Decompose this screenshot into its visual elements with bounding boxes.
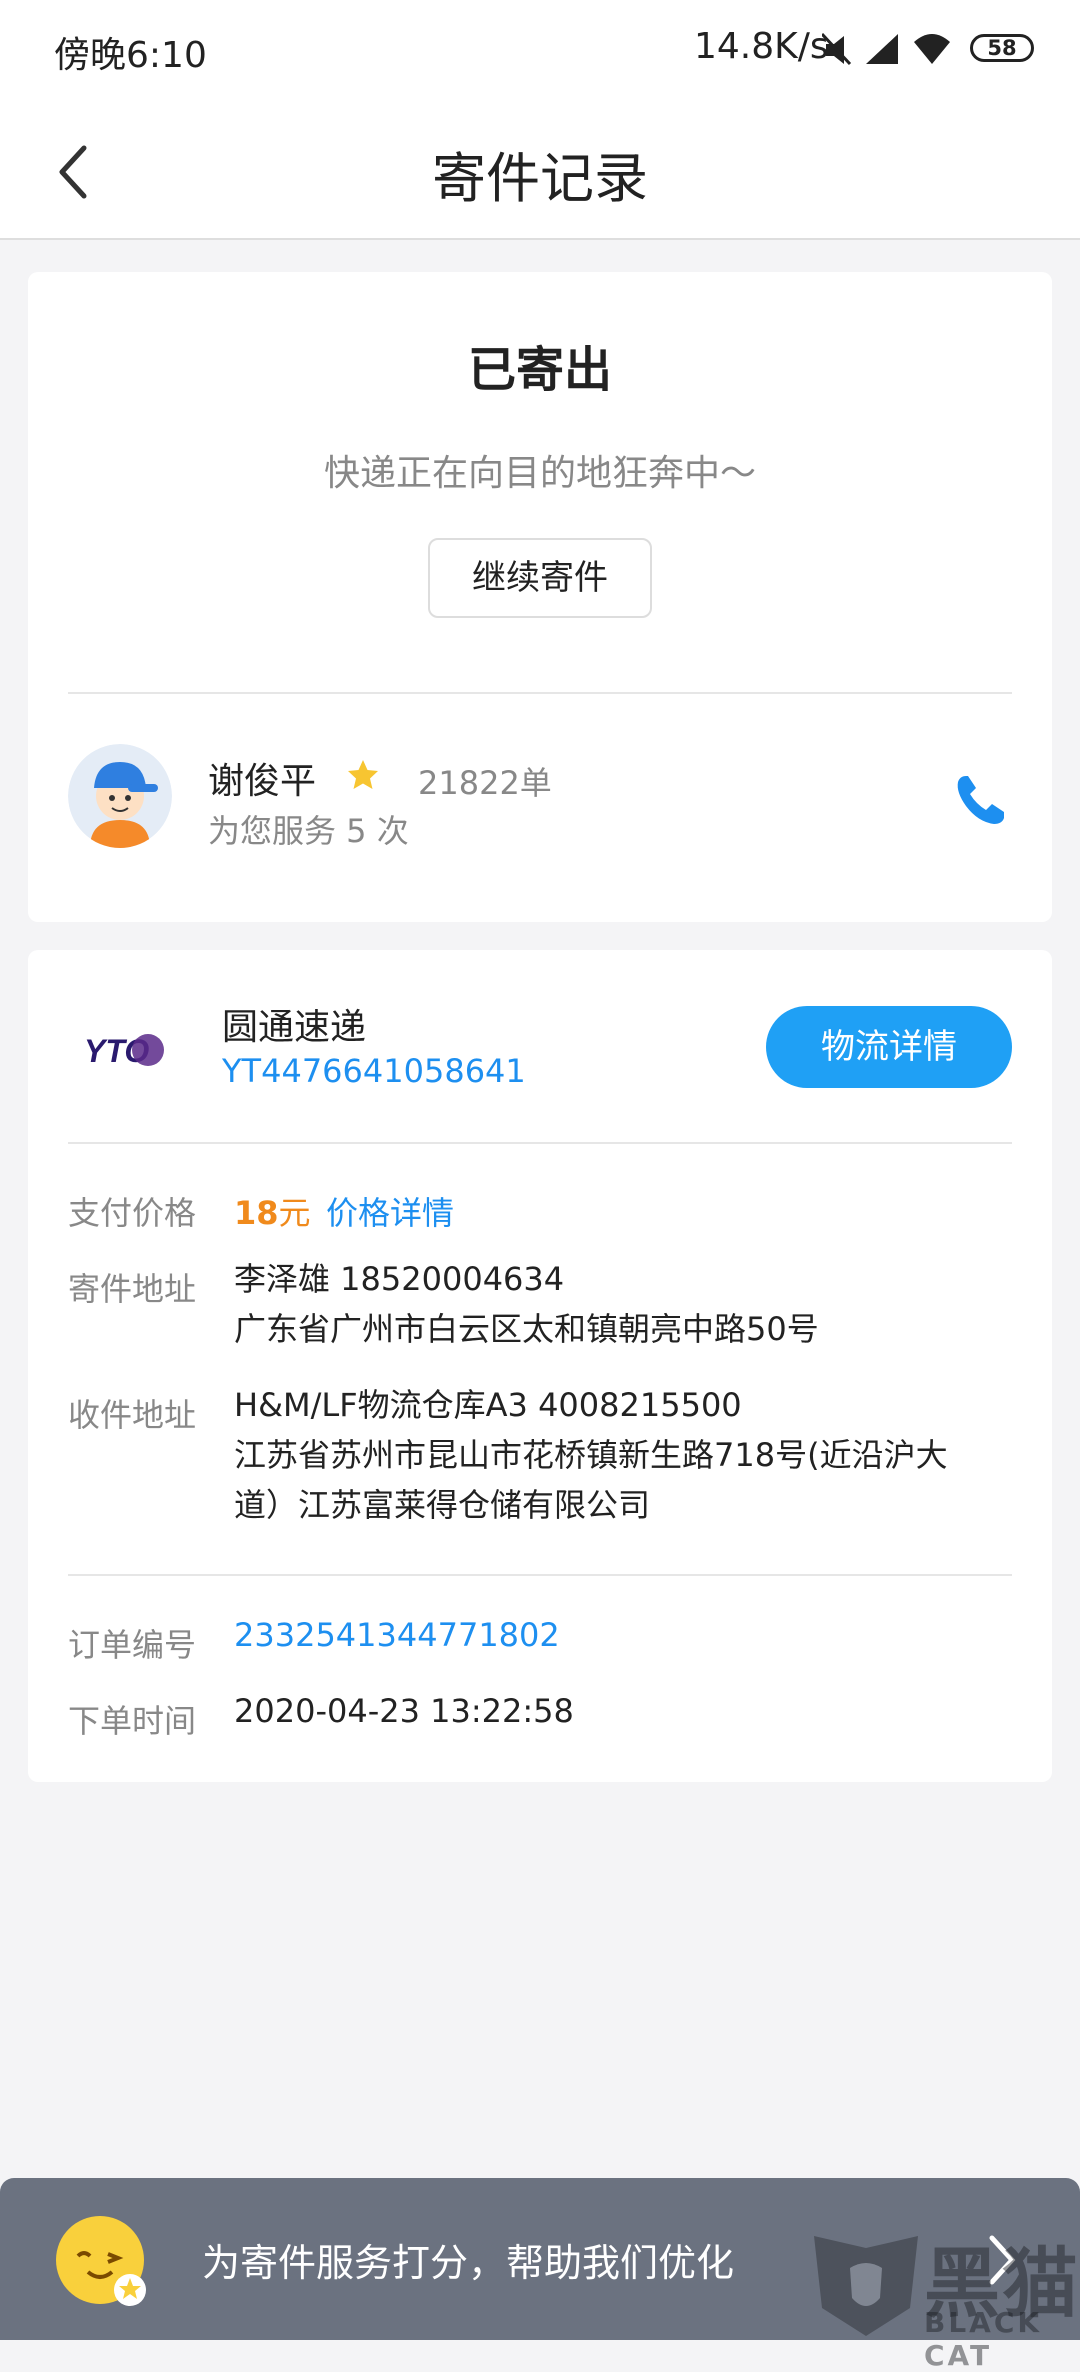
- order-time-label: 下单时间: [68, 1702, 197, 1740]
- sender-address-label: 寄件地址: [68, 1270, 197, 1308]
- shipment-status-card: 已寄出 快递正在向目的地狂奔中～ 继续寄件 谢俊平 21822单 为您服务 5 …: [28, 272, 1052, 922]
- wink-emoji-icon: [56, 2216, 146, 2306]
- receiver-address: H&M/LF物流仓库A3 4008215500 江苏省苏州市昆山市花桥镇新生路7…: [234, 1380, 948, 1530]
- phone-icon[interactable]: [952, 772, 1008, 828]
- shipment-status-subtitle: 快递正在向目的地狂奔中～: [323, 453, 756, 494]
- divider: [68, 1142, 1012, 1144]
- divider: [68, 692, 1012, 694]
- shipment-detail-card: YTO 圆通速递 YT4476641058641 物流详情 支付价格 18元 价…: [28, 950, 1052, 1782]
- continue-shipping-button[interactable]: 继续寄件: [428, 538, 652, 618]
- status-icons: [822, 32, 950, 66]
- order-number[interactable]: 2332541344771802: [234, 1610, 560, 1660]
- battery-indicator: 58: [970, 34, 1034, 62]
- status-time: 傍晚6:10: [54, 35, 207, 76]
- network-speed: 14.8K/s: [694, 26, 829, 67]
- rating-prompt-text: 为寄件服务打分，帮助我们优化: [202, 2241, 735, 2285]
- sender-street: 广东省广州市白云区太和镇朝亮中路50号: [234, 1310, 819, 1348]
- price-detail-link[interactable]: 价格详情: [326, 1188, 454, 1234]
- watermark-text-en: BLACK CAT: [924, 2306, 1043, 2372]
- receiver-street-cont: 道）江苏富莱得仓储有限公司: [234, 1486, 651, 1524]
- receiver-street: 江苏省苏州市昆山市花桥镇新生路718号(近沿沪大: [234, 1436, 948, 1474]
- sender-address: 李泽雄 18520004634 广东省广州市白云区太和镇朝亮中路50号: [234, 1254, 819, 1354]
- status-bar: 傍晚6:10 14.8K/s 58: [0, 0, 1080, 100]
- nav-bar: 寄件记录: [0, 100, 1080, 240]
- courier-avatar: [68, 744, 172, 848]
- signal-icon: [866, 34, 898, 64]
- courier-served-count: 为您服务 5 次: [208, 812, 409, 850]
- receiver-contact: H&M/LF物流仓库A3 4008215500: [234, 1386, 742, 1424]
- page-title: 寄件记录: [432, 147, 648, 210]
- divider: [68, 1574, 1012, 1576]
- logistics-detail-button[interactable]: 物流详情: [766, 1006, 1012, 1088]
- courier-name: 谢俊平: [208, 761, 317, 802]
- mute-icon: [822, 32, 852, 66]
- tracking-number[interactable]: YT4476641058641: [222, 1052, 526, 1090]
- price-value: 18元: [234, 1194, 311, 1232]
- wifi-icon: [914, 34, 950, 64]
- star-icon: [348, 760, 378, 789]
- yto-logo-icon: YTO: [84, 1033, 164, 1069]
- carrier-name: 圆通速递: [222, 1007, 367, 1048]
- order-time: 2020-04-23 13:22:58: [234, 1692, 574, 1730]
- receiver-address-label: 收件地址: [68, 1396, 197, 1434]
- sender-contact: 李泽雄 18520004634: [234, 1260, 565, 1298]
- courier-order-count: 21822单: [418, 764, 552, 802]
- shipment-status-title: 已寄出: [467, 342, 612, 398]
- order-number-label: 订单编号: [68, 1626, 197, 1664]
- price-label: 支付价格: [68, 1194, 197, 1232]
